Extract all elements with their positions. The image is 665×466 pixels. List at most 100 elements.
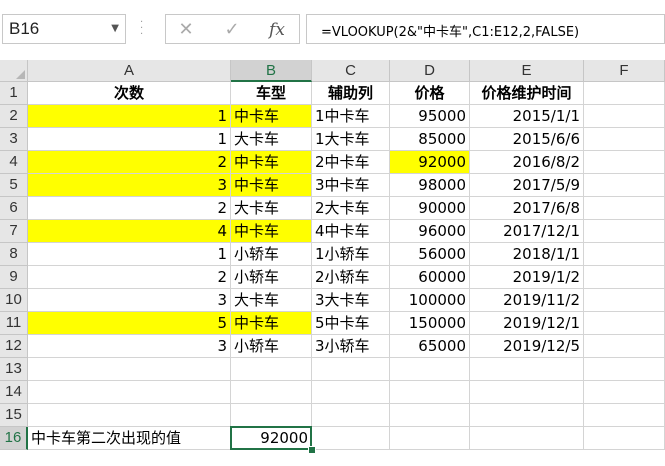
- cell-b11[interactable]: 中卡车: [231, 312, 312, 335]
- cell-c16[interactable]: [312, 427, 390, 450]
- name-box-value[interactable]: B16: [9, 19, 39, 39]
- cell-c7[interactable]: 4中卡车: [312, 220, 390, 243]
- insert-function-icon[interactable]: fx: [262, 18, 292, 42]
- cell-b2[interactable]: 中卡车: [231, 105, 312, 128]
- cell-b14[interactable]: [231, 381, 312, 404]
- cell-c3[interactable]: 1大卡车: [312, 128, 390, 151]
- cell-c15[interactable]: [312, 404, 390, 427]
- enter-icon[interactable]: ✓: [217, 18, 247, 42]
- select-all-button[interactable]: [0, 60, 28, 82]
- cell-a13[interactable]: [28, 358, 231, 381]
- cell-b1[interactable]: 车型: [231, 82, 312, 105]
- cell-d16[interactable]: [390, 427, 470, 450]
- cell-e8[interactable]: 2018/1/1: [470, 243, 584, 266]
- row-header-5[interactable]: 5: [0, 174, 28, 197]
- row-header-12[interactable]: 12: [0, 335, 28, 358]
- cell-e16[interactable]: [470, 427, 584, 450]
- cell-b7[interactable]: 中卡车: [231, 220, 312, 243]
- cell-e7[interactable]: 2017/12/1: [470, 220, 584, 243]
- cell-f10[interactable]: [584, 289, 665, 312]
- cell-f1[interactable]: [584, 82, 665, 105]
- cell-d9[interactable]: 60000: [390, 266, 470, 289]
- cell-f16[interactable]: [584, 427, 665, 450]
- cell-d2[interactable]: 95000: [390, 105, 470, 128]
- cell-e15[interactable]: [470, 404, 584, 427]
- cell-b6[interactable]: 大卡车: [231, 197, 312, 220]
- cell-d4[interactable]: 92000: [390, 151, 470, 174]
- cell-e5[interactable]: 2017/5/9: [470, 174, 584, 197]
- cell-d13[interactable]: [390, 358, 470, 381]
- cell-f5[interactable]: [584, 174, 665, 197]
- cell-c5[interactable]: 3中卡车: [312, 174, 390, 197]
- cell-b4[interactable]: 中卡车: [231, 151, 312, 174]
- cell-c12[interactable]: 3小轿车: [312, 335, 390, 358]
- cell-a5[interactable]: 3: [28, 174, 231, 197]
- cell-f8[interactable]: [584, 243, 665, 266]
- row-header-10[interactable]: 10: [0, 289, 28, 312]
- cell-a8[interactable]: 1: [28, 243, 231, 266]
- cell-a11[interactable]: 5: [28, 312, 231, 335]
- cell-b10[interactable]: 大卡车: [231, 289, 312, 312]
- column-header-f[interactable]: F: [584, 60, 665, 82]
- cell-e9[interactable]: 2019/1/2: [470, 266, 584, 289]
- row-header-16[interactable]: 16: [0, 427, 28, 450]
- cell-a12[interactable]: 3: [28, 335, 231, 358]
- cell-f14[interactable]: [584, 381, 665, 404]
- cell-a16[interactable]: 中卡车第二次出现的值: [28, 427, 231, 450]
- cell-d11[interactable]: 150000: [390, 312, 470, 335]
- cell-e1[interactable]: 价格维护时间: [470, 82, 584, 105]
- cell-d15[interactable]: [390, 404, 470, 427]
- cell-f2[interactable]: [584, 105, 665, 128]
- column-header-d[interactable]: D: [390, 60, 470, 82]
- cell-c4[interactable]: 2中卡车: [312, 151, 390, 174]
- cell-f4[interactable]: [584, 151, 665, 174]
- cell-d6[interactable]: 90000: [390, 197, 470, 220]
- cell-f3[interactable]: [584, 128, 665, 151]
- cell-c11[interactable]: 5中卡车: [312, 312, 390, 335]
- cell-b15[interactable]: [231, 404, 312, 427]
- chevron-down-icon[interactable]: ▼: [111, 23, 119, 34]
- cell-f13[interactable]: [584, 358, 665, 381]
- cell-c1[interactable]: 辅助列: [312, 82, 390, 105]
- formula-input[interactable]: =VLOOKUP(2&"中卡车",C1:E12,2,FALSE): [306, 14, 665, 44]
- formula-text[interactable]: =VLOOKUP(2&"中卡车",C1:E12,2,FALSE): [321, 21, 579, 40]
- row-header-8[interactable]: 8: [0, 243, 28, 266]
- row-header-14[interactable]: 14: [0, 381, 28, 404]
- cell-f7[interactable]: [584, 220, 665, 243]
- cell-d5[interactable]: 98000: [390, 174, 470, 197]
- cell-f6[interactable]: [584, 197, 665, 220]
- column-header-e[interactable]: E: [470, 60, 584, 82]
- cell-a10[interactable]: 3: [28, 289, 231, 312]
- cell-a2[interactable]: 1: [28, 105, 231, 128]
- column-header-c[interactable]: C: [312, 60, 390, 82]
- cell-f12[interactable]: [584, 335, 665, 358]
- cell-b9[interactable]: 小轿车: [231, 266, 312, 289]
- cell-e2[interactable]: 2015/1/1: [470, 105, 584, 128]
- cell-d10[interactable]: 100000: [390, 289, 470, 312]
- row-header-3[interactable]: 3: [0, 128, 28, 151]
- cell-a6[interactable]: 2: [28, 197, 231, 220]
- fill-handle[interactable]: [308, 446, 316, 454]
- cell-d14[interactable]: [390, 381, 470, 404]
- cell-f11[interactable]: [584, 312, 665, 335]
- cell-f9[interactable]: [584, 266, 665, 289]
- drag-handle-icon[interactable]: · · ·: [140, 18, 144, 40]
- cell-b3[interactable]: 大卡车: [231, 128, 312, 151]
- cell-d3[interactable]: 85000: [390, 128, 470, 151]
- cell-e13[interactable]: [470, 358, 584, 381]
- cell-c9[interactable]: 2小轿车: [312, 266, 390, 289]
- column-header-a[interactable]: A: [28, 60, 231, 82]
- cell-c14[interactable]: [312, 381, 390, 404]
- cell-d1[interactable]: 价格: [390, 82, 470, 105]
- row-header-6[interactable]: 6: [0, 197, 28, 220]
- row-header-1[interactable]: 1: [0, 82, 28, 105]
- row-header-15[interactable]: 15: [0, 404, 28, 427]
- cell-b5[interactable]: 中卡车: [231, 174, 312, 197]
- row-header-2[interactable]: 2: [0, 105, 28, 128]
- cell-a15[interactable]: [28, 404, 231, 427]
- cancel-icon[interactable]: ✕: [171, 18, 201, 42]
- cell-d12[interactable]: 65000: [390, 335, 470, 358]
- cell-a4[interactable]: 2: [28, 151, 231, 174]
- column-header-b[interactable]: B: [231, 60, 312, 82]
- cell-c6[interactable]: 2大卡车: [312, 197, 390, 220]
